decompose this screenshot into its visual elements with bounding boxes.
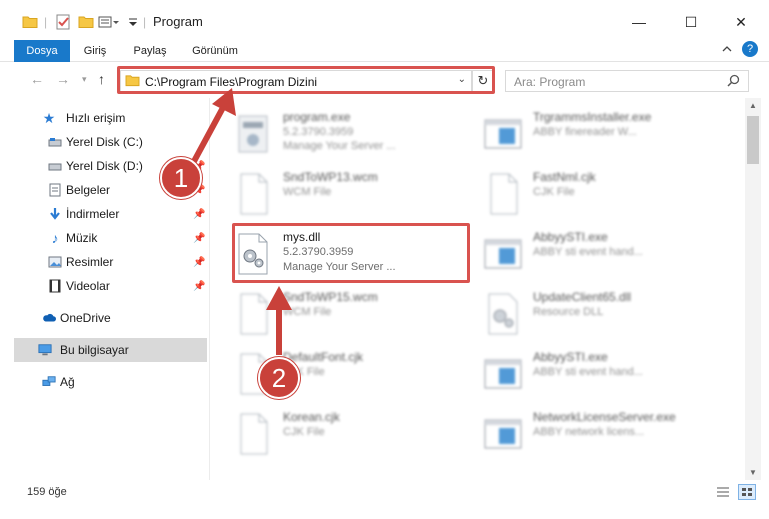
step-1-badge: 1 — [160, 157, 202, 199]
annotation-arrows — [189, 88, 292, 355]
step2-arrow — [266, 286, 292, 355]
step-2-badge: 2 — [258, 357, 300, 399]
step1-arrow — [189, 88, 236, 167]
